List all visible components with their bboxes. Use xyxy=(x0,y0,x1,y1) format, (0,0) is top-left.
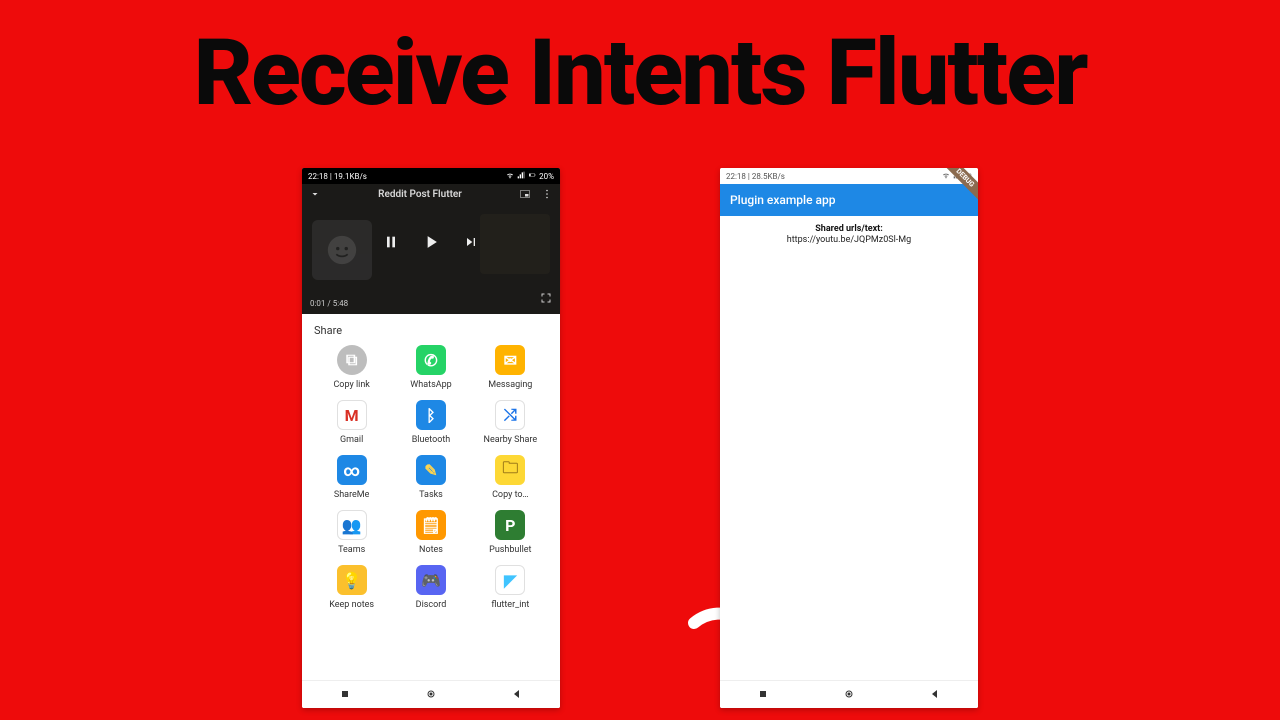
share-item-teams[interactable]: 👥 Teams xyxy=(312,510,391,555)
wifi-icon xyxy=(942,171,950,181)
share-item-label: WhatsApp xyxy=(410,380,451,390)
statusbar-right: 22:18 | 28.5KB/s xyxy=(720,168,978,184)
battery-text: 20% xyxy=(539,172,554,181)
share-item-label: Gmail xyxy=(340,435,363,445)
signal-icon xyxy=(517,171,525,181)
share-item-label: Notes xyxy=(419,545,443,555)
share-item-shareme[interactable]: ∞ ShareMe xyxy=(312,455,391,500)
next-icon[interactable] xyxy=(463,234,479,254)
share-item-label: Keep notes xyxy=(329,600,374,610)
page-title: Receive Intents Flutter xyxy=(0,0,1280,120)
battery-icon xyxy=(528,171,536,181)
share-item-gmail[interactable]: M Gmail xyxy=(312,400,391,445)
recents-button[interactable] xyxy=(339,685,351,704)
share-item-label: Copy link xyxy=(333,380,369,390)
statusbar-left: 22:18 | 19.1KB/s 20% xyxy=(302,168,560,184)
share-item-bluetooth[interactable]: ᛒ Bluetooth xyxy=(391,400,470,445)
share-item-copy-to[interactable]: 🗀 Copy to… xyxy=(471,455,550,500)
discord-icon: 🎮 xyxy=(416,565,446,595)
share-item-messaging[interactable]: ✉ Messaging xyxy=(471,345,550,390)
share-item-keep-notes[interactable]: 💡 Keep notes xyxy=(312,565,391,610)
chevron-down-icon[interactable] xyxy=(308,188,322,200)
share-item-label: flutter_int xyxy=(491,600,529,610)
shareme-icon: ∞ xyxy=(337,455,367,485)
bluetooth-icon: ᛒ xyxy=(416,400,446,430)
fullscreen-icon[interactable] xyxy=(540,289,552,308)
play-icon[interactable] xyxy=(421,232,441,256)
shared-content: Shared urls/text: https://youtu.be/JQPMz… xyxy=(720,216,978,253)
notes-icon: 🗒 xyxy=(416,510,446,540)
copy-to-icon: 🗀 xyxy=(495,455,525,485)
wifi-icon xyxy=(506,171,514,181)
phone-flutter-app: 22:18 | 28.5KB/s DEBUG Plugin example ap… xyxy=(720,168,978,708)
shared-url: https://youtu.be/JQPMz0Sl-Mg xyxy=(730,235,968,245)
share-item-label: ShareMe xyxy=(334,490,370,500)
appbar: Plugin example app xyxy=(720,184,978,216)
pause-icon[interactable] xyxy=(383,234,399,254)
shared-label: Shared urls/text: xyxy=(730,224,968,234)
tasks-icon: ✎ xyxy=(416,455,446,485)
share-item-label: Bluetooth xyxy=(412,435,451,445)
share-item-tasks[interactable]: ✎ Tasks xyxy=(391,455,470,500)
phone-share-sheet: 22:18 | 19.1KB/s 20% xyxy=(302,168,560,708)
teams-icon: 👥 xyxy=(337,510,367,540)
status-time: 22:18 | 19.1KB/s xyxy=(308,172,367,181)
nearby-share-icon: ⤭ xyxy=(495,400,525,430)
phones-container: 22:18 | 19.1KB/s 20% xyxy=(0,168,1280,708)
keep-notes-icon: 💡 xyxy=(337,565,367,595)
share-item-nearby-share[interactable]: ⤭ Nearby Share xyxy=(471,400,550,445)
copy-link-icon: ⧉ xyxy=(337,345,367,375)
recents-button[interactable] xyxy=(757,685,769,704)
share-item-pushbullet[interactable]: P Pushbullet xyxy=(471,510,550,555)
flutter-int-icon: ◤ xyxy=(495,565,525,595)
share-item-label: Teams xyxy=(338,545,365,555)
share-item-label: Discord xyxy=(416,600,447,610)
more-icon[interactable] xyxy=(540,188,554,200)
pushbullet-icon: P xyxy=(495,510,525,540)
share-item-whatsapp[interactable]: ✆ WhatsApp xyxy=(391,345,470,390)
share-item-label: Tasks xyxy=(419,490,443,500)
navbar-left xyxy=(302,680,560,708)
status-time-right: 22:18 | 28.5KB/s xyxy=(726,172,785,181)
share-grid: ⧉ Copy link ✆ WhatsApp ✉ Messaging M Gmail ᛒ Blue… xyxy=(302,343,560,614)
whatsapp-icon: ✆ xyxy=(416,345,446,375)
share-item-notes[interactable]: 🗒 Notes xyxy=(391,510,470,555)
share-item-label: Messaging xyxy=(488,380,532,390)
share-item-flutter-int[interactable]: ◤ flutter_int xyxy=(471,565,550,610)
back-button[interactable] xyxy=(929,685,941,704)
home-button[interactable] xyxy=(843,685,855,704)
share-item-label: Nearby Share xyxy=(484,435,538,445)
video-title: Reddit Post Flutter xyxy=(322,189,518,200)
navbar-right xyxy=(720,680,978,708)
home-button[interactable] xyxy=(425,685,437,704)
share-item-label: Copy to… xyxy=(492,490,529,500)
pip-icon[interactable] xyxy=(518,188,532,200)
gmail-icon: M xyxy=(337,400,367,430)
appbar-title: Plugin example app xyxy=(730,193,835,207)
video-player: Reddit Post Flutter xyxy=(302,184,560,314)
share-item-label: Pushbullet xyxy=(489,545,531,555)
share-item-discord[interactable]: 🎮 Discord xyxy=(391,565,470,610)
video-time: 0:01 / 5:48 xyxy=(310,299,348,308)
share-item-copy-link[interactable]: ⧉ Copy link xyxy=(312,345,391,390)
messaging-icon: ✉ xyxy=(495,345,525,375)
back-button[interactable] xyxy=(511,685,523,704)
share-header: Share xyxy=(302,314,560,343)
